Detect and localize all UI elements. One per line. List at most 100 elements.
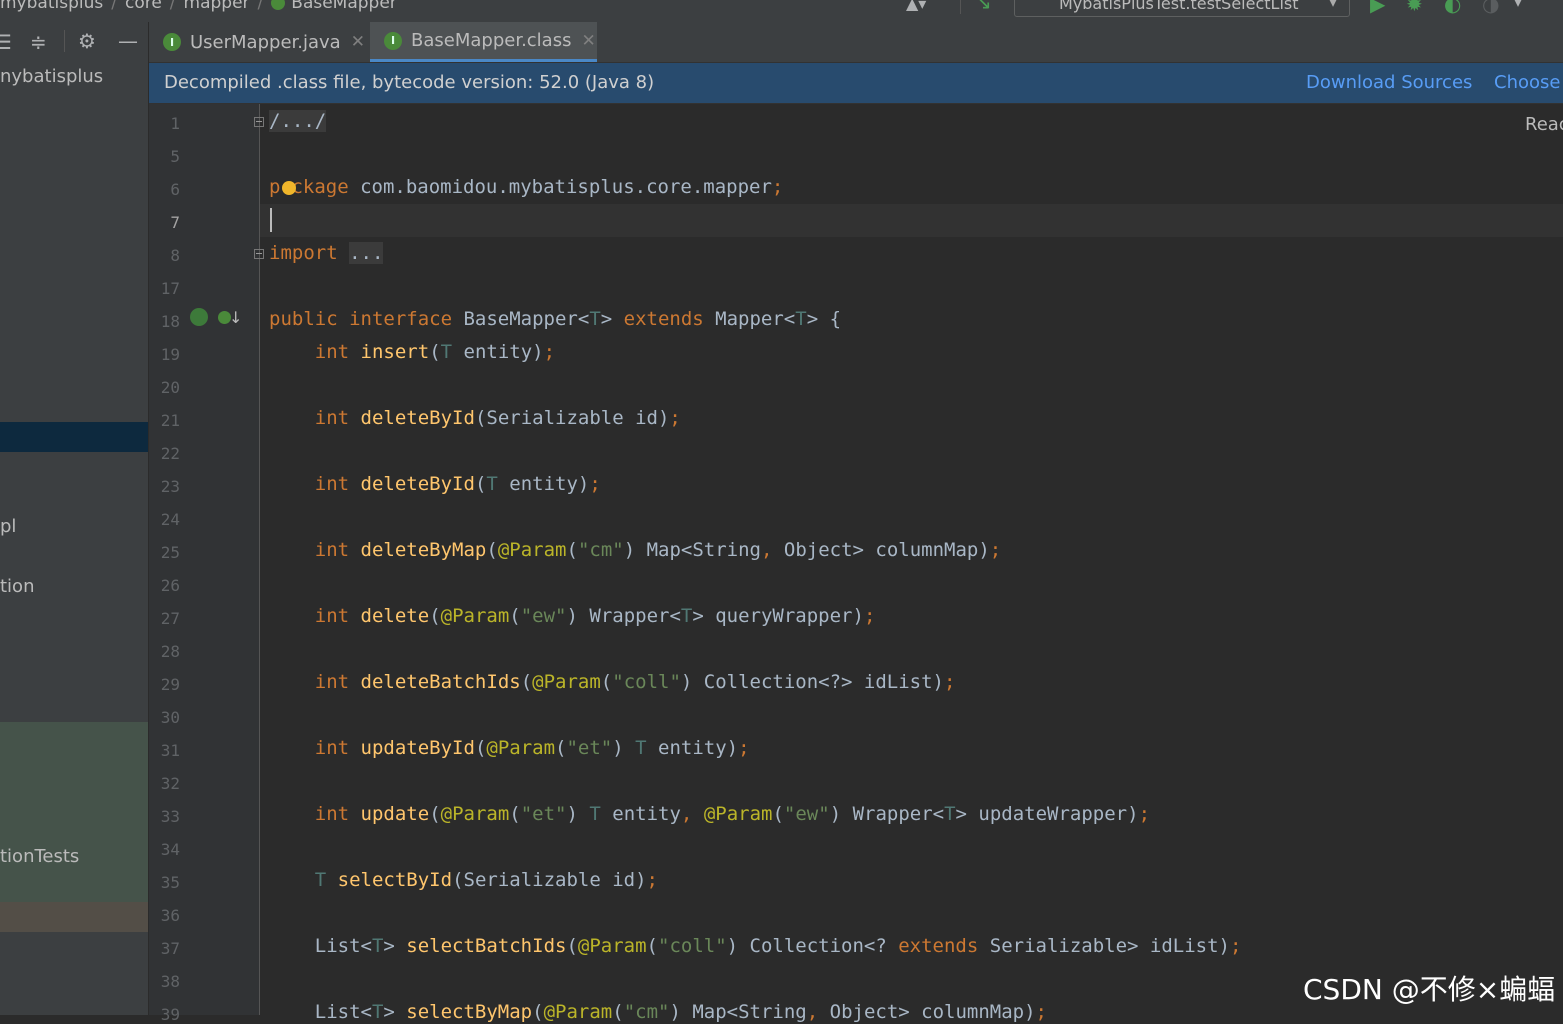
tree-item[interactable]: tionTests [0,846,79,867]
code-line[interactable]: p ckage com.baomidou.mybatisplus.core.map… [269,176,783,198]
tree-item-highlight[interactable] [0,902,148,932]
annotation: @Param [440,803,510,825]
line-number[interactable]: 23 [149,477,180,496]
breadcrumb-item[interactable]: mybatisplus [0,0,103,13]
line-number[interactable]: 6 [149,180,180,199]
code-line[interactable]: int updateById(@Param("et") T entity); [269,737,750,759]
code-line[interactable]: int deleteBatchIds(@Param("coll") Collec… [269,671,956,693]
string-literal: "coll" [658,935,727,957]
choose-sources-link[interactable]: Choose [1494,72,1560,93]
close-icon[interactable]: ✕ [581,31,595,51]
annotation: @Param [543,1001,613,1023]
line-number[interactable]: 1 [149,114,180,133]
annotation: @Param [577,935,647,957]
line-number[interactable]: 36 [149,906,180,925]
line-number[interactable]: 33 [149,807,180,826]
type-name: Mapper< [715,308,796,330]
user-icon[interactable]: ▲▾ [906,0,926,13]
line-number[interactable]: 22 [149,444,180,463]
line-number[interactable]: 26 [149,576,180,595]
line-number[interactable]: 30 [149,708,180,727]
line-number[interactable]: 17 [149,279,180,298]
line-number[interactable]: 7 [149,213,180,232]
tree-item-selected[interactable] [0,422,148,452]
code-line[interactable]: int deleteById(T entity); [269,473,601,495]
method-name: selectBatchIds [406,935,567,957]
line-number[interactable]: 38 [149,972,180,991]
chevron-down-icon[interactable]: ▾ [1514,0,1522,11]
run-icon[interactable]: ▶ [1370,0,1385,16]
editor-tab-bar: I UserMapper.java ✕ I BaseMapper.class ✕ [149,22,1563,63]
profile-icon[interactable]: ◑ [1482,0,1499,16]
tree-item[interactable]: nybatisplus [0,66,103,87]
collapse-all-icon[interactable]: ≑ [30,32,47,52]
reader-mode-toggle[interactable]: Reac [1525,114,1563,135]
line-number[interactable]: 28 [149,642,180,661]
keyword: import [269,242,338,264]
line-number[interactable]: 37 [149,939,180,958]
method-name: updateById [360,737,475,759]
method-name: insert [360,341,430,363]
run-configuration-selector[interactable]: MybatisPlusTest.testSelectList ▾ [1014,0,1350,17]
implementations-gutter-icon[interactable] [190,308,208,326]
breadcrumb-item[interactable]: mapper [184,0,250,13]
punctuation: > { [806,308,842,330]
tree-item[interactable]: tion [0,576,34,597]
lightbulb-icon[interactable] [282,181,296,195]
tab-label: UserMapper.java [190,31,341,53]
string-literal: "cm" [577,539,624,561]
interface-icon [271,0,286,10]
line-number[interactable]: 21 [149,411,180,430]
gear-icon[interactable]: ⚙ [78,31,96,51]
code-line[interactable]: List<T> selectBatchIds(@Param("coll") Co… [269,935,1242,957]
line-number[interactable]: 32 [149,774,180,793]
tab-usermapper[interactable]: I UserMapper.java ✕ [163,22,373,62]
code-line[interactable]: T selectById(Serializable id); [269,869,658,891]
line-number[interactable]: 24 [149,510,180,529]
code-line[interactable]: int deleteByMap(@Param("cm") Map<String,… [269,539,1001,561]
code-line[interactable]: int update(@Param("et") T entity, @Param… [269,803,1150,825]
line-number[interactable]: 20 [149,378,180,397]
line-number[interactable]: 27 [149,609,180,628]
interface-icon: I [384,31,402,50]
code-line[interactable]: List<T> selectByMap(@Param("cm") Map<Str… [269,1001,1047,1023]
code-line[interactable]: public interface BaseMapper<T> extends M… [269,308,841,330]
folded-comment[interactable]: /.../ [269,110,327,132]
line-number[interactable]: 5 [149,147,180,166]
annotation: @Param [703,803,773,825]
line-number[interactable]: 29 [149,675,180,694]
line-number[interactable]: 8 [149,246,180,265]
debug-icon[interactable]: ✹ [1406,0,1423,16]
expand-all-icon[interactable]: ☰ [0,32,12,52]
folded-imports[interactable]: ... [349,242,384,264]
string-literal: "ew" [783,803,830,825]
close-icon[interactable]: ✕ [351,32,365,52]
string-literal: "et" [566,737,613,759]
code-line[interactable]: int delete(@Param("ew") Wrapper<T> query… [269,605,876,627]
keyword: p [269,176,281,198]
line-number[interactable]: 35 [149,873,180,892]
fold-toggle-icon[interactable] [254,117,264,127]
tree-item[interactable]: pl [0,516,16,537]
code-line[interactable]: int insert(T entity); [269,341,555,363]
watermark: CSDN @不修×蝙蝠 [1303,973,1556,1006]
minimize-icon[interactable]: — [118,31,138,51]
code-line[interactable]: int deleteById(Serializable id); [269,407,681,429]
download-sources-link[interactable]: Download Sources [1306,72,1472,93]
breadcrumb-item[interactable]: core [125,0,162,13]
build-icon[interactable]: ↘ [975,0,992,14]
decompiled-notification-banner: Decompiled .class file, bytecode version… [149,63,1563,104]
line-number[interactable]: 19 [149,345,180,364]
code-line[interactable]: /.../ [269,110,327,132]
toolbar-divider [64,30,65,52]
line-number[interactable]: 34 [149,840,180,859]
fold-toggle-icon[interactable] [254,249,264,259]
tab-basemapper[interactable]: I BaseMapper.class ✕ [370,22,597,62]
coverage-icon[interactable]: ◐ [1444,0,1461,16]
line-number[interactable]: 25 [149,543,180,562]
code-line[interactable]: import ... [269,242,384,264]
caret-row-highlight [260,204,1563,237]
breadcrumb-item[interactable]: BaseMapper [291,0,397,13]
line-number[interactable]: 18 [149,312,180,331]
line-number[interactable]: 31 [149,741,180,760]
